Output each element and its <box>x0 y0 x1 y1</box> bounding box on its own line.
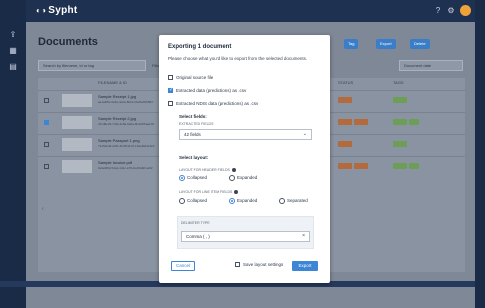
clear-icon[interactable]: × <box>302 232 305 241</box>
sort-dropdown[interactable]: Document date <box>399 60 463 71</box>
radio-label: Expanded <box>237 175 258 181</box>
window-edge <box>475 0 485 308</box>
radio-header-collapsed[interactable]: Collapsed <box>179 175 207 181</box>
column-tags[interactable]: TAGS <box>393 78 404 88</box>
row-checkbox[interactable] <box>44 142 49 147</box>
radio-unselected[interactable] <box>229 175 235 181</box>
top-bar: ◐◑ Sypht ? ⚙ <box>26 0 475 22</box>
row-checkbox[interactable] <box>44 98 49 103</box>
tag-badge <box>393 163 407 169</box>
app-name: Sypht <box>48 5 78 16</box>
radio-label: Collapsed <box>187 175 208 181</box>
radio-label: Expanded <box>237 198 258 204</box>
radio-line-collapsed[interactable]: Collapsed <box>179 198 207 204</box>
info-icon[interactable] <box>231 168 236 173</box>
pagination-prev-icon[interactable]: ‹ <box>42 206 44 212</box>
radio-unselected[interactable] <box>179 198 185 204</box>
line-layout-label-text: LAYOUT FOR LINE ITEM FIELDS <box>179 190 233 194</box>
chevron-down-icon: ⌄ <box>302 131 307 137</box>
row-title[interactable]: Sample Receipt 1.jpg <box>98 94 136 99</box>
delimiter-panel: DELIMITER TYPE Comma ( , ) × <box>177 216 314 249</box>
tag-badge <box>409 119 419 125</box>
save-layout-option[interactable]: Save layout settings <box>235 262 284 268</box>
extracted-fields-label: EXTRACTED FIELDS <box>179 122 214 126</box>
extracted-fields-value: 42 fields <box>184 132 201 137</box>
delimiter-value: Comma ( , ) <box>186 234 210 239</box>
delete-button[interactable]: Delete <box>410 39 430 49</box>
tag-badge <box>393 119 407 125</box>
option-extracted-csv[interactable]: Extracted data (predictions) as .csv <box>168 87 247 95</box>
grid-icon[interactable]: ▦ <box>7 45 19 57</box>
row-title[interactable]: Sample Invoice.pdf <box>98 160 132 165</box>
tag-badge <box>393 97 407 103</box>
export-dialog: Exporting 1 document Please choose what … <box>159 35 330 283</box>
radio-line-expanded[interactable]: Expanded <box>229 198 257 204</box>
header-layout-label: LAYOUT FOR HEADER FIELDS <box>179 168 236 173</box>
tag-button[interactable]: Tag <box>344 39 359 49</box>
option-label: Extracted NDIS data (predictions) as .cs… <box>176 101 259 106</box>
checkbox-checked[interactable] <box>168 87 173 94</box>
info-icon[interactable] <box>234 190 239 195</box>
page-title: Documents <box>38 36 98 48</box>
status-badge <box>354 119 368 125</box>
save-layout-label: Save layout settings <box>243 262 284 267</box>
search-input[interactable]: Search by filename, id or tag <box>38 60 146 71</box>
status-badge <box>338 141 352 147</box>
delimiter-select[interactable]: Comma ( , ) × <box>181 231 310 242</box>
option-original-source[interactable]: Original source file <box>168 75 213 82</box>
export-confirm-button[interactable]: Export <box>292 261 318 271</box>
option-label: Extracted data (predictions) as .csv <box>176 88 247 93</box>
sidebar: ⇪ ▦ ▤ <box>0 0 26 308</box>
cancel-button[interactable]: Cancel <box>171 261 195 271</box>
document-icon[interactable]: ▤ <box>7 61 19 73</box>
line-layout-label: LAYOUT FOR LINE ITEM FIELDS <box>179 190 239 195</box>
app-frame: ⇪ ▦ ▤ ◐◑Sypht ? ⚙ Documents Smart Split … <box>0 0 485 308</box>
document-thumbnail <box>62 138 92 151</box>
row-checkbox[interactable] <box>44 164 49 169</box>
status-badge <box>338 119 352 125</box>
status-badge <box>338 163 352 169</box>
upload-icon[interactable]: ⇪ <box>7 29 19 41</box>
tag-badge <box>393 141 407 147</box>
select-fields-heading: Select fields: <box>179 114 207 119</box>
export-button[interactable]: Export <box>376 39 396 49</box>
status-badge <box>354 163 368 169</box>
radio-selected[interactable] <box>179 175 185 181</box>
option-label: Original source file <box>176 75 214 80</box>
avatar[interactable] <box>460 5 471 16</box>
gear-icon[interactable]: ⚙ <box>446 6 456 16</box>
document-thumbnail <box>62 94 92 107</box>
document-thumbnail <box>62 116 92 129</box>
document-thumbnail <box>62 160 92 173</box>
radio-label: Collapsed <box>187 198 208 204</box>
radio-unselected[interactable] <box>279 198 285 204</box>
delimiter-label: DELIMITER TYPE <box>181 221 210 225</box>
select-layout-heading: Select layout: <box>179 155 209 160</box>
column-filename[interactable]: FILENAME & ID <box>98 78 127 88</box>
header-layout-label-text: LAYOUT FOR HEADER FIELDS <box>179 168 230 172</box>
dialog-description: Please choose what you'd like to export … <box>168 56 308 61</box>
extracted-fields-select[interactable]: 42 fields ⌄ <box>179 129 312 140</box>
row-checkbox[interactable] <box>44 120 49 125</box>
tag-badge <box>409 163 419 169</box>
radio-header-expanded[interactable]: Expanded <box>229 175 257 181</box>
row-title[interactable]: Sample Passport 1.png <box>98 138 140 143</box>
dialog-title: Exporting 1 document <box>168 44 232 50</box>
radio-label: Separated <box>287 198 308 204</box>
radio-line-separated[interactable]: Separated <box>279 198 308 204</box>
help-icon[interactable]: ? <box>433 6 443 16</box>
row-title[interactable]: Sample Receipt 2.jpg <box>98 116 136 121</box>
app-logo[interactable]: ◐◑ Sypht <box>36 5 78 16</box>
checkbox[interactable] <box>168 101 173 107</box>
column-status[interactable]: STATUS <box>338 78 353 88</box>
status-badge <box>338 97 352 103</box>
checkbox[interactable] <box>235 262 240 268</box>
radio-selected[interactable] <box>229 198 235 204</box>
checkbox[interactable] <box>168 75 173 81</box>
option-ndis-csv[interactable]: Extracted NDIS data (predictions) as .cs… <box>168 101 258 108</box>
logo-eye-icon: ◐◑ <box>36 6 47 15</box>
